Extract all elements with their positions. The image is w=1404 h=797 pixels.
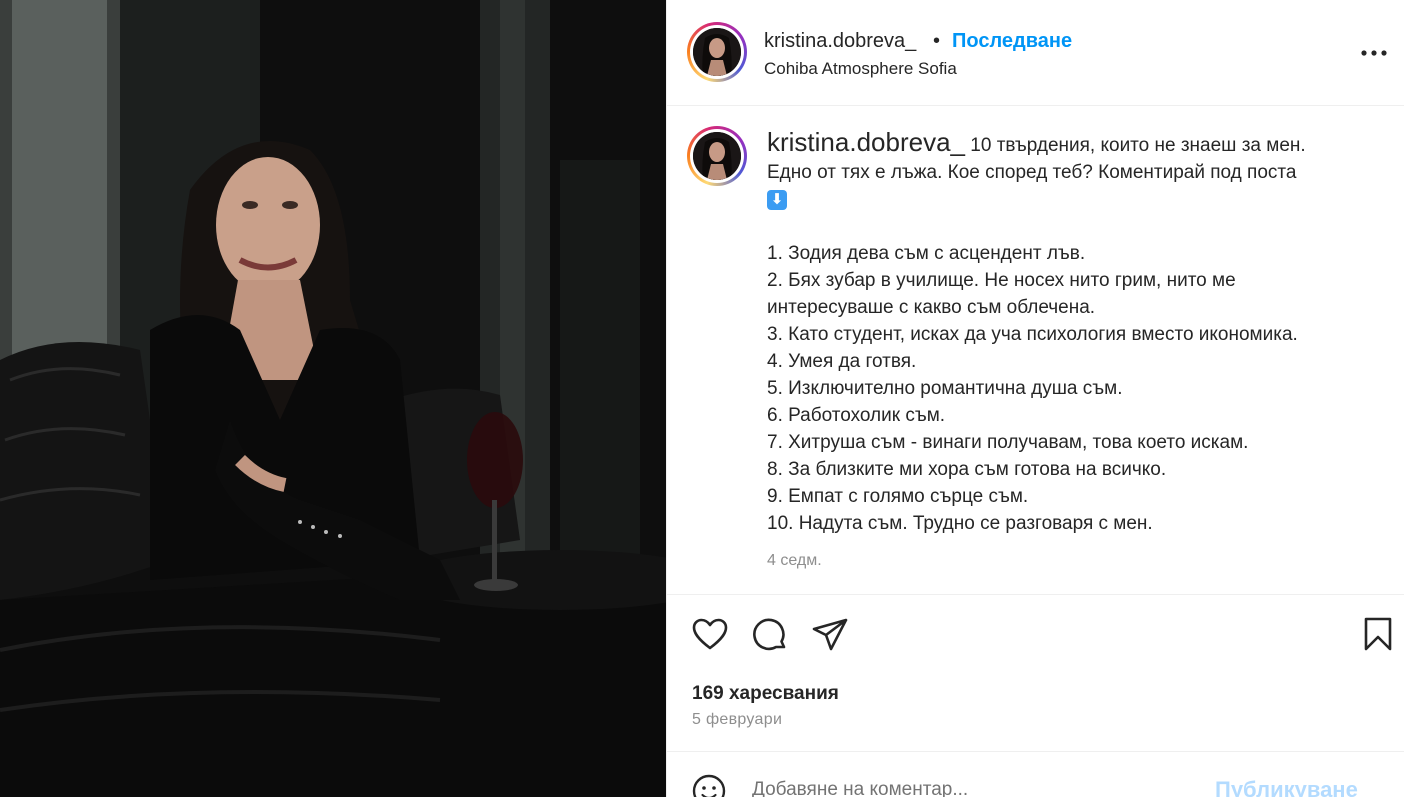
caption-first-line: kristina.dobreva_ 10 твърдения, които не… — [767, 129, 1367, 159]
caption-username[interactable]: kristina.dobreva_ — [767, 127, 965, 157]
share-icon — [812, 618, 848, 651]
comment-input[interactable] — [752, 779, 1192, 797]
caption-item: 10. Надута съм. Трудно се разговаря с ме… — [767, 513, 1153, 534]
post-date: 5 февруари — [692, 711, 783, 728]
caption-question: Едно от тях е лъжа. Кое според теб? Коме… — [767, 162, 1297, 183]
action-bar — [667, 596, 1404, 676]
caption-emoji-line: ⬇ — [767, 186, 1367, 213]
caption-item: 1. Зодия дева съм с асцендент лъв. — [767, 243, 1086, 264]
caption-item: 9. Емпат с голямо сърце съм. — [767, 486, 1029, 507]
avatar-image — [693, 28, 741, 76]
likes-count[interactable]: 169 харесвания — [692, 683, 839, 705]
avatar-border — [690, 25, 744, 79]
smile-icon[interactable] — [692, 774, 726, 797]
comment-icon — [753, 618, 786, 651]
location-link[interactable]: Cohiba Atmosphere Sofia — [764, 59, 957, 79]
down-arrow-emoji-icon: ⬇ — [767, 189, 787, 210]
caption-text: kristina.dobreva_ 10 твърдения, които не… — [767, 129, 1367, 537]
caption-item: 4. Умея да готвя. — [767, 351, 917, 372]
post-header: kristina.dobreva_ • Последване Cohiba At… — [667, 0, 1404, 106]
caption-intro: 10 твърдения, които не знаеш за мен. — [970, 135, 1306, 156]
separator-dot: • — [933, 30, 941, 52]
save-button[interactable] — [1358, 614, 1398, 654]
caption-avatar[interactable] — [687, 126, 747, 186]
header-username[interactable]: kristina.dobreva_ — [764, 30, 916, 53]
like-button[interactable] — [690, 614, 730, 654]
caption-item: 3. Като студент, исках да уча психология… — [767, 324, 1298, 345]
caption-item: 7. Хитруша съм - винаги получавам, това … — [767, 432, 1249, 453]
post-sidebar: kristina.dobreva_ • Последване Cohiba At… — [666, 0, 1404, 797]
more-options-icon[interactable] — [1360, 43, 1388, 63]
publish-button[interactable]: Публикуване — [1215, 777, 1358, 797]
caption-item: 5. Изключително романтична душа съм. — [767, 378, 1123, 399]
follow-button[interactable]: Последване — [952, 30, 1072, 53]
post-photo[interactable] — [0, 0, 666, 797]
avatar[interactable] — [687, 22, 747, 82]
caption-avatar-border — [690, 129, 744, 183]
caption-item: 8. За близките ми хора съм готова на вси… — [767, 459, 1167, 480]
heart-icon — [692, 618, 728, 650]
caption-avatar-image — [693, 132, 741, 180]
comment-bar: Публикуване — [667, 751, 1404, 797]
caption-timestamp[interactable]: 4 седм. — [767, 552, 822, 570]
post-photo-illustration — [0, 0, 666, 797]
bookmark-icon — [1364, 617, 1392, 651]
comment-button[interactable] — [750, 614, 790, 654]
caption-item: 6. Работохолик съм. — [767, 405, 946, 426]
caption-item: 2. Бях зубар в училище. Не носех нито гр… — [767, 270, 1236, 291]
caption-section: kristina.dobreva_ 10 твърдения, които не… — [667, 107, 1404, 595]
caption-item: интересуваше с какво съм облечена. — [767, 297, 1096, 318]
share-button[interactable] — [810, 614, 850, 654]
